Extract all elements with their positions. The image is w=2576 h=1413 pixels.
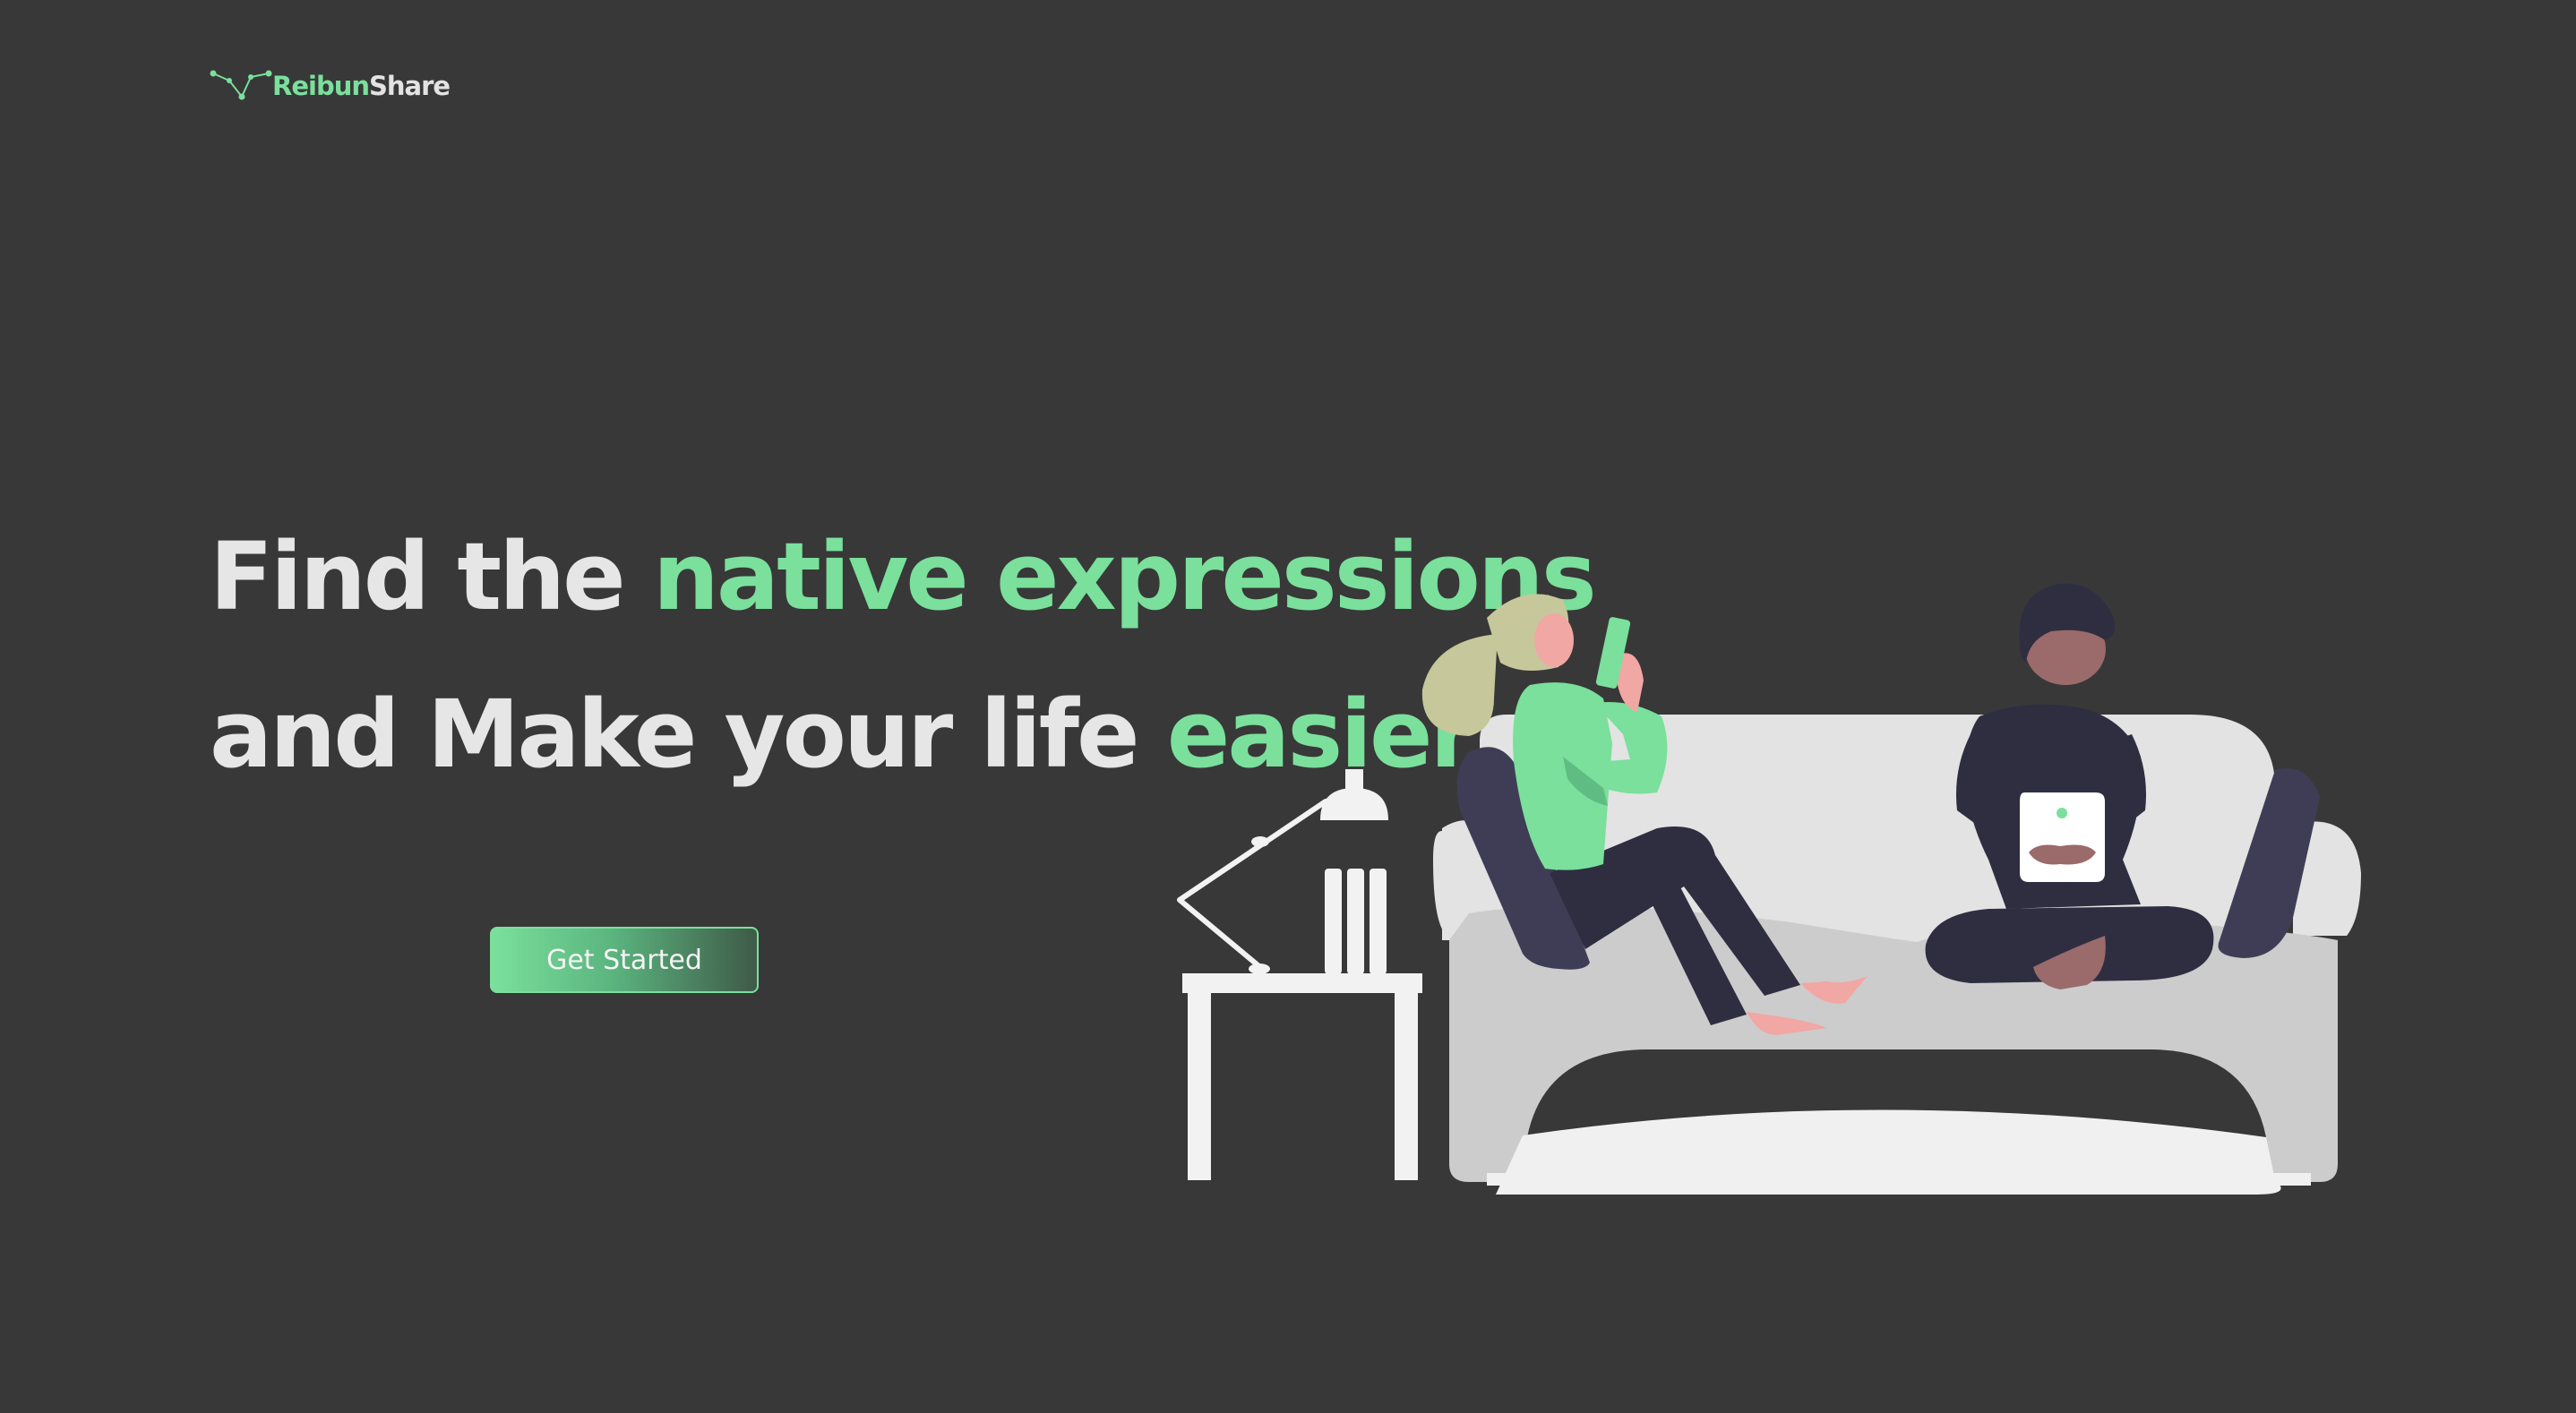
brand-name: ReibunShare <box>272 70 451 101</box>
brand-logo[interactable]: ReibunShare <box>210 66 451 106</box>
hero-illustration <box>1177 583 2361 1195</box>
brand-name-part1: Reibun <box>272 70 370 101</box>
side-table <box>1182 973 1422 1180</box>
books <box>1325 869 1387 974</box>
brand-name-part2: Share <box>369 70 451 101</box>
hero-line-2-text: and Make your life <box>210 680 1167 789</box>
get-started-button[interactable]: Get Started <box>490 927 759 993</box>
hero-line-1-text: Find the <box>210 522 653 631</box>
constellation-icon <box>210 70 272 100</box>
